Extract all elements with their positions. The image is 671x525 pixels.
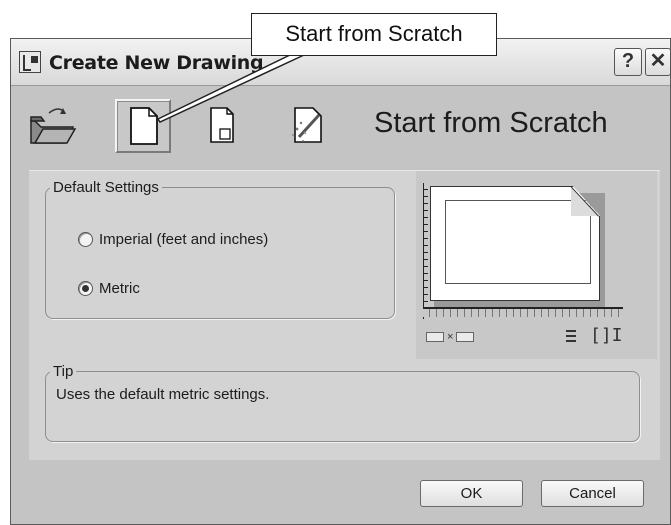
- callout-pointer: [156, 54, 305, 123]
- callout-label: Start from Scratch: [251, 13, 497, 56]
